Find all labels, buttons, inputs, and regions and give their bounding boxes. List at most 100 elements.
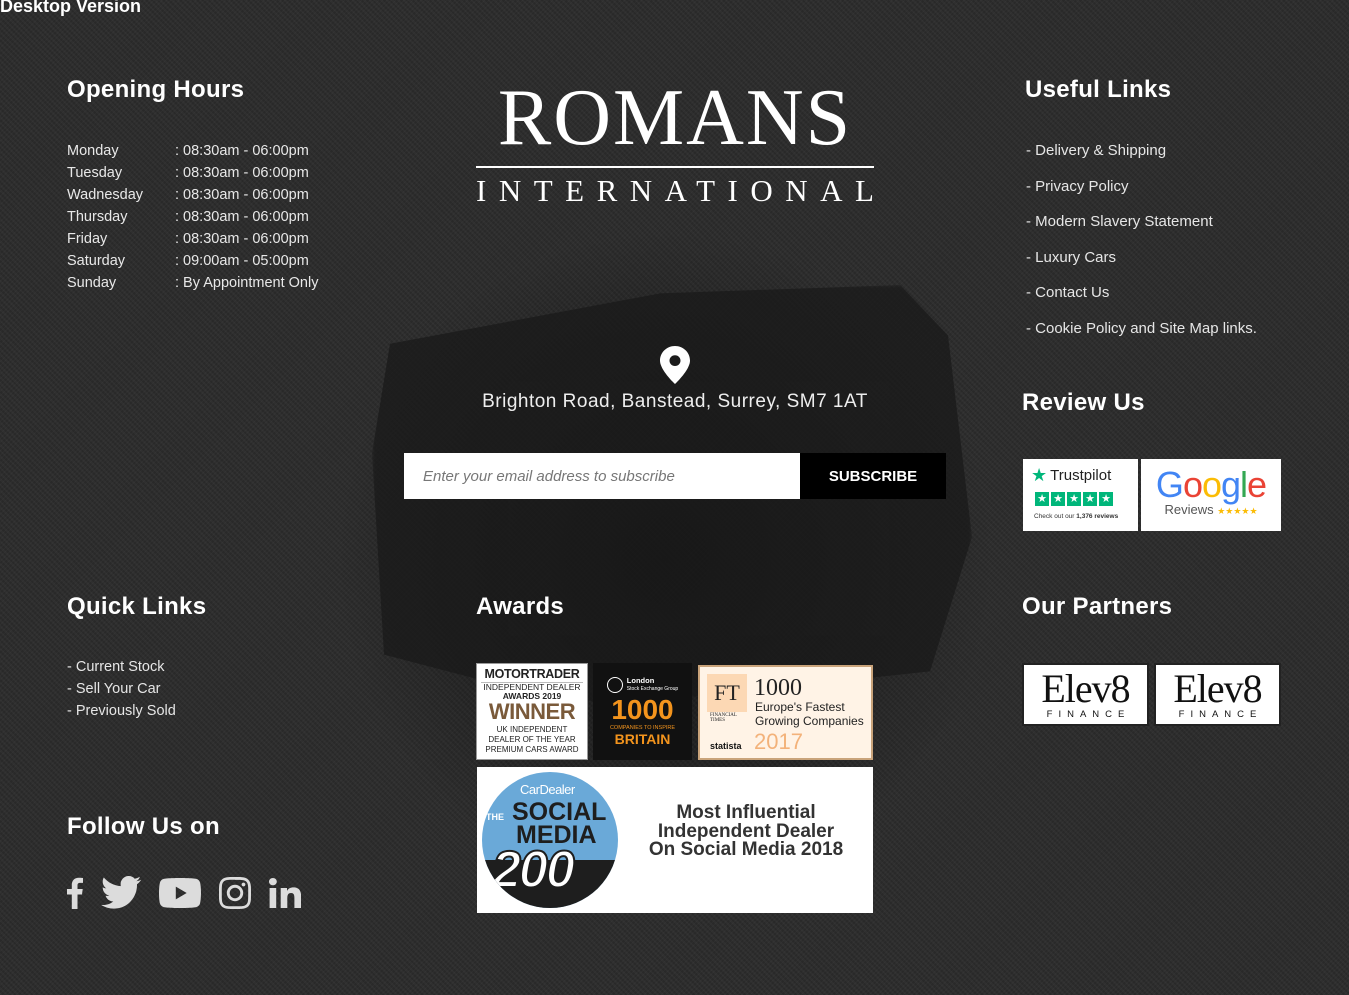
hours-day: Wadnesday: [67, 187, 144, 203]
trustpilot-badge[interactable]: ★ Trustpilot ★ ★ ★ ★ ★ Check out our 1,376 r…: [1023, 459, 1138, 531]
partner-name: Elev8: [1173, 666, 1262, 711]
award-social-media-200: CarDealer THE SOCIAL MEDIA 200 Most Infl…: [477, 767, 873, 913]
hours-row: Wadnesday : 08:30am - 06:00pm: [67, 186, 318, 208]
star-icon: ★: [1083, 492, 1097, 506]
instagram-icon[interactable]: [219, 876, 251, 909]
dealer-address: Brighton Road, Banstead, Surrey, SM7 1AT: [482, 391, 868, 412]
trustpilot-name: Trustpilot: [1050, 467, 1112, 484]
link-delivery-shipping[interactable]: - Delivery & Shipping: [1026, 142, 1257, 178]
award-lse-number: 1000: [611, 694, 674, 725]
award-lse-top2: Stock Exchange Group: [626, 686, 679, 692]
logo-sub-text: INTERNATIONAL: [476, 173, 887, 208]
hours-row: Tuesday : 08:30am - 06:00pm: [67, 164, 318, 186]
hours-row: Sunday : By Appointment Only: [67, 274, 318, 296]
desktop-version-link[interactable]: Desktop Version: [0, 0, 141, 17]
review-us-heading: Review Us: [1022, 389, 1145, 416]
hours-row: Monday : 08:30am - 06:00pm: [67, 142, 318, 164]
award-ft-statista: statista: [710, 741, 742, 751]
social-media-number: 200: [491, 841, 576, 899]
award-motortrader-brand: MOTORTRADER: [484, 667, 580, 681]
link-luxury-cars[interactable]: - Luxury Cars: [1026, 249, 1257, 285]
link-previously-sold[interactable]: - Previously Sold: [67, 702, 176, 724]
google-stars: ★★★★★: [1217, 506, 1258, 516]
map-pin-icon: [660, 346, 690, 384]
awards-heading: Awards: [476, 593, 565, 620]
award-motortrader-winner: WINNER: [488, 699, 576, 724]
partner-elev8-finance[interactable]: Elev8 FINANCE: [1022, 663, 1149, 726]
award-ft-line2: Growing Companies: [755, 714, 864, 728]
star-icon: ★: [1067, 492, 1081, 506]
award-lse-top1: London: [626, 676, 655, 685]
hours-day: Sunday: [67, 275, 117, 291]
useful-links-list: - Delivery & Shipping - Privacy Policy -…: [1026, 142, 1257, 356]
award-ft-1000: FT FINANCIAL TIMES 1000 Europe's Fastest…: [698, 665, 873, 760]
social-links: [67, 876, 301, 909]
trustpilot-stars: ★ ★ ★ ★ ★: [1035, 489, 1130, 507]
award-ft-number: 1000: [754, 675, 802, 701]
trustpilot-star-icon: ★: [1031, 465, 1048, 485]
star-icon: ★: [1051, 492, 1065, 506]
hours-time: : 08:30am - 06:00pm: [175, 143, 309, 159]
linkedin-icon[interactable]: [269, 877, 301, 908]
link-sell-your-car[interactable]: - Sell Your Car: [67, 680, 176, 702]
hours-row: Thursday : 08:30am - 06:00pm: [67, 208, 318, 230]
quick-links-list: - Current Stock - Sell Your Car - Previo…: [67, 658, 176, 724]
romans-logo[interactable]: ROMANS INTERNATIONAL: [476, 78, 874, 208]
our-partners-heading: Our Partners: [1022, 593, 1173, 620]
hours-day: Monday: [67, 143, 119, 159]
link-privacy-policy[interactable]: - Privacy Policy: [1026, 178, 1257, 214]
logo-divider: [476, 166, 874, 168]
hours-time: : 08:30am - 06:00pm: [175, 165, 309, 181]
award-ft-logo: FT: [707, 674, 747, 712]
hours-row: Friday : 08:30am - 06:00pm: [67, 230, 318, 252]
quick-links-heading: Quick Links: [67, 593, 207, 620]
subscribe-email-input[interactable]: [404, 453, 800, 499]
twitter-icon[interactable]: [101, 876, 141, 909]
trustpilot-note: Check out our: [1034, 513, 1075, 520]
opening-hours-heading: Opening Hours: [67, 76, 245, 103]
lse-crest-icon: [606, 677, 623, 693]
hours-day: Friday: [67, 231, 108, 247]
social-media-line3: On Social Media 2018: [648, 839, 844, 860]
social-media-the: THE: [486, 812, 504, 822]
youtube-icon[interactable]: [159, 877, 201, 908]
follow-us-heading: Follow Us on: [67, 813, 220, 840]
partner-name: Elev8: [1041, 666, 1130, 711]
google-reviews-badge[interactable]: Google Reviews ★★★★★: [1141, 459, 1281, 531]
partner-sub: FINANCE: [1178, 709, 1263, 720]
link-contact-us[interactable]: - Contact Us: [1026, 284, 1257, 320]
facebook-icon[interactable]: [67, 877, 83, 909]
hours-day: Thursday: [67, 209, 128, 225]
link-cookie-policy[interactable]: - Cookie Policy and Site Map links.: [1026, 320, 1257, 356]
google-reviews-label: Reviews: [1164, 502, 1214, 517]
social-media-line1: Most Influential: [676, 802, 816, 823]
hours-time: : 08:30am - 06:00pm: [175, 231, 309, 247]
award-motortrader-line3: UK INDEPENDENT: [496, 725, 568, 734]
award-motortrader: MOTORTRADER INDEPENDENT DEALER AWARDS 20…: [476, 663, 588, 760]
hours-time: : 09:00am - 05:00pm: [175, 253, 309, 269]
social-media-200-circle: CarDealer THE SOCIAL MEDIA 200: [482, 772, 618, 908]
hours-time: : 08:30am - 06:00pm: [175, 209, 309, 225]
partner-sub: FINANCE: [1046, 709, 1131, 720]
award-ft-line1: Europe's Fastest: [755, 700, 845, 714]
logo-main-text: ROMANS: [497, 74, 853, 162]
useful-links-heading: Useful Links: [1025, 76, 1172, 103]
hours-day: Tuesday: [67, 165, 123, 181]
link-current-stock[interactable]: - Current Stock: [67, 658, 176, 680]
hours-time: : By Appointment Only: [175, 275, 319, 291]
social-media-brand: CarDealer: [520, 782, 575, 797]
hours-day: Saturday: [67, 253, 126, 269]
award-motortrader-line4: DEALER OF THE YEAR: [488, 735, 576, 744]
hours-time: : 08:30am - 06:00pm: [175, 187, 309, 203]
subscribe-button[interactable]: SUBSCRIBE: [800, 453, 946, 499]
opening-hours-table: Monday : 08:30am - 06:00pm Tuesday : 08:30…: [67, 142, 318, 296]
award-motortrader-line5: PREMIUM CARS AWARD: [485, 745, 579, 754]
star-icon: ★: [1099, 492, 1113, 506]
link-modern-slavery[interactable]: - Modern Slavery Statement: [1026, 213, 1257, 249]
award-ft-year: 2017: [754, 729, 803, 754]
hours-row: Saturday : 09:00am - 05:00pm: [67, 252, 318, 274]
award-ft-small: FINANCIAL TIMES: [710, 713, 737, 723]
partner-elev8-finance[interactable]: Elev8 FINANCE: [1154, 663, 1281, 726]
trustpilot-review-count: 1,376 reviews: [1076, 513, 1119, 520]
star-icon: ★: [1035, 492, 1049, 506]
